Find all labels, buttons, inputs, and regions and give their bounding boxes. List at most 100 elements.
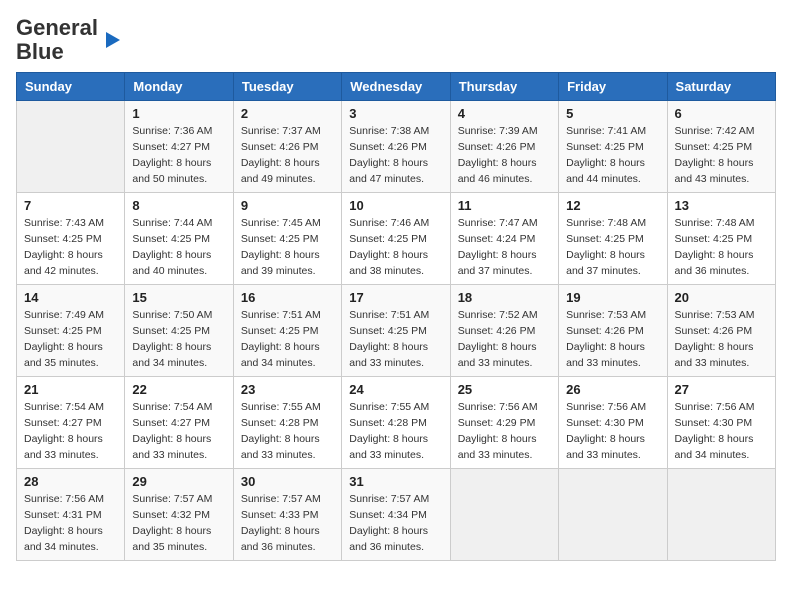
calendar-cell [450, 469, 558, 561]
calendar-cell: 21 Sunrise: 7:54 AM Sunset: 4:27 PM Dayli… [17, 377, 125, 469]
day-number: 7 [24, 198, 117, 213]
day-number: 13 [675, 198, 768, 213]
day-info: Sunrise: 7:55 AM Sunset: 4:28 PM Dayligh… [241, 400, 334, 463]
calendar-cell: 11 Sunrise: 7:47 AM Sunset: 4:24 PM Dayli… [450, 193, 558, 285]
day-header-thursday: Thursday [450, 73, 558, 101]
day-number: 11 [458, 198, 551, 213]
day-header-sunday: Sunday [17, 73, 125, 101]
day-info: Sunrise: 7:41 AM Sunset: 4:25 PM Dayligh… [566, 124, 659, 187]
calendar-cell [17, 101, 125, 193]
calendar-week-row: 1 Sunrise: 7:36 AM Sunset: 4:27 PM Daylig… [17, 101, 776, 193]
day-number: 5 [566, 106, 659, 121]
day-number: 29 [132, 474, 225, 489]
day-info: Sunrise: 7:39 AM Sunset: 4:26 PM Dayligh… [458, 124, 551, 187]
day-number: 1 [132, 106, 225, 121]
calendar-cell: 29 Sunrise: 7:57 AM Sunset: 4:32 PM Dayli… [125, 469, 233, 561]
day-number: 28 [24, 474, 117, 489]
calendar-header: SundayMondayTuesdayWednesdayThursdayFrid… [17, 73, 776, 101]
day-number: 24 [349, 382, 442, 397]
day-info: Sunrise: 7:42 AM Sunset: 4:25 PM Dayligh… [675, 124, 768, 187]
calendar-cell: 16 Sunrise: 7:51 AM Sunset: 4:25 PM Dayli… [233, 285, 341, 377]
day-info: Sunrise: 7:53 AM Sunset: 4:26 PM Dayligh… [566, 308, 659, 371]
day-number: 3 [349, 106, 442, 121]
calendar-cell: 19Sunrise: 7:53 AM Sunset: 4:26 PM Dayli… [559, 285, 667, 377]
calendar-week-row: 21 Sunrise: 7:54 AM Sunset: 4:27 PM Dayli… [17, 377, 776, 469]
day-info: Sunrise: 7:56 AM Sunset: 4:31 PM Dayligh… [24, 492, 117, 555]
calendar-cell: 27 Sunrise: 7:56 AM Sunset: 4:30 PM Dayli… [667, 377, 775, 469]
calendar-table: SundayMondayTuesdayWednesdayThursdayFrid… [16, 72, 776, 561]
day-info: Sunrise: 7:51 AM Sunset: 4:25 PM Dayligh… [241, 308, 334, 371]
day-number: 27 [675, 382, 768, 397]
calendar-cell: 7 Sunrise: 7:43 AM Sunset: 4:25 PM Daylig… [17, 193, 125, 285]
calendar-cell: 4 Sunrise: 7:39 AM Sunset: 4:26 PM Daylig… [450, 101, 558, 193]
calendar-cell [667, 469, 775, 561]
calendar-cell: 13 Sunrise: 7:48 AM Sunset: 4:25 PM Dayli… [667, 193, 775, 285]
calendar-cell: 24Sunrise: 7:55 AM Sunset: 4:28 PM Dayli… [342, 377, 450, 469]
day-number: 30 [241, 474, 334, 489]
calendar-cell: 2Sunrise: 7:37 AM Sunset: 4:26 PM Daylig… [233, 101, 341, 193]
calendar-cell: 10 Sunrise: 7:46 AM Sunset: 4:25 PM Dayli… [342, 193, 450, 285]
day-number: 18 [458, 290, 551, 305]
day-info: Sunrise: 7:57 AM Sunset: 4:34 PM Dayligh… [349, 492, 442, 555]
day-info: Sunrise: 7:48 AM Sunset: 4:25 PM Dayligh… [675, 216, 768, 279]
day-info: Sunrise: 7:43 AM Sunset: 4:25 PM Dayligh… [24, 216, 117, 279]
day-info: Sunrise: 7:47 AM Sunset: 4:24 PM Dayligh… [458, 216, 551, 279]
calendar-cell: 15 Sunrise: 7:50 AM Sunset: 4:25 PM Dayli… [125, 285, 233, 377]
day-number: 20 [675, 290, 768, 305]
calendar-cell: 5 Sunrise: 7:41 AM Sunset: 4:25 PM Daylig… [559, 101, 667, 193]
day-info: Sunrise: 7:49 AM Sunset: 4:25 PM Dayligh… [24, 308, 117, 371]
calendar-week-row: 7 Sunrise: 7:43 AM Sunset: 4:25 PM Daylig… [17, 193, 776, 285]
calendar-cell [559, 469, 667, 561]
calendar-cell: 18 Sunrise: 7:52 AM Sunset: 4:26 PM Dayli… [450, 285, 558, 377]
day-info: Sunrise: 7:56 AM Sunset: 4:29 PM Dayligh… [458, 400, 551, 463]
calendar-cell: 17 Sunrise: 7:51 AM Sunset: 4:25 PM Dayli… [342, 285, 450, 377]
day-number: 8 [132, 198, 225, 213]
day-number: 26 [566, 382, 659, 397]
calendar-cell: 31 Sunrise: 7:57 AM Sunset: 4:34 PM Dayli… [342, 469, 450, 561]
day-number: 16 [241, 290, 334, 305]
day-headers-row: SundayMondayTuesdayWednesdayThursdayFrid… [17, 73, 776, 101]
day-number: 15 [132, 290, 225, 305]
calendar-cell: 9Sunrise: 7:45 AM Sunset: 4:25 PM Daylig… [233, 193, 341, 285]
day-number: 4 [458, 106, 551, 121]
day-info: Sunrise: 7:57 AM Sunset: 4:33 PM Dayligh… [241, 492, 334, 555]
day-number: 23 [241, 382, 334, 397]
logo: General Blue [16, 16, 122, 64]
calendar-cell: 28 Sunrise: 7:56 AM Sunset: 4:31 PM Dayli… [17, 469, 125, 561]
calendar-cell: 3 Sunrise: 7:38 AM Sunset: 4:26 PM Daylig… [342, 101, 450, 193]
calendar-cell: 8 Sunrise: 7:44 AM Sunset: 4:25 PM Daylig… [125, 193, 233, 285]
day-number: 14 [24, 290, 117, 305]
day-info: Sunrise: 7:57 AM Sunset: 4:32 PM Dayligh… [132, 492, 225, 555]
calendar-week-row: 14 Sunrise: 7:49 AM Sunset: 4:25 PM Dayli… [17, 285, 776, 377]
logo-arrow-icon [102, 30, 122, 50]
day-number: 25 [458, 382, 551, 397]
day-info: Sunrise: 7:46 AM Sunset: 4:25 PM Dayligh… [349, 216, 442, 279]
day-number: 2 [241, 106, 334, 121]
day-info: Sunrise: 7:54 AM Sunset: 4:27 PM Dayligh… [24, 400, 117, 463]
day-number: 21 [24, 382, 117, 397]
day-header-friday: Friday [559, 73, 667, 101]
day-number: 10 [349, 198, 442, 213]
day-info: Sunrise: 7:36 AM Sunset: 4:27 PM Dayligh… [132, 124, 225, 187]
day-header-monday: Monday [125, 73, 233, 101]
day-header-tuesday: Tuesday [233, 73, 341, 101]
logo-general: General [16, 15, 98, 40]
day-number: 9 [241, 198, 334, 213]
day-header-saturday: Saturday [667, 73, 775, 101]
day-number: 31 [349, 474, 442, 489]
day-info: Sunrise: 7:38 AM Sunset: 4:26 PM Dayligh… [349, 124, 442, 187]
day-header-wednesday: Wednesday [342, 73, 450, 101]
day-info: Sunrise: 7:51 AM Sunset: 4:25 PM Dayligh… [349, 308, 442, 371]
day-info: Sunrise: 7:44 AM Sunset: 4:25 PM Dayligh… [132, 216, 225, 279]
calendar-cell: 25 Sunrise: 7:56 AM Sunset: 4:29 PM Dayli… [450, 377, 558, 469]
day-info: Sunrise: 7:56 AM Sunset: 4:30 PM Dayligh… [566, 400, 659, 463]
day-info: Sunrise: 7:50 AM Sunset: 4:25 PM Dayligh… [132, 308, 225, 371]
day-number: 22 [132, 382, 225, 397]
day-number: 17 [349, 290, 442, 305]
day-info: Sunrise: 7:52 AM Sunset: 4:26 PM Dayligh… [458, 308, 551, 371]
calendar-cell: 6Sunrise: 7:42 AM Sunset: 4:25 PM Daylig… [667, 101, 775, 193]
calendar-cell: 20Sunrise: 7:53 AM Sunset: 4:26 PM Dayli… [667, 285, 775, 377]
day-info: Sunrise: 7:54 AM Sunset: 4:27 PM Dayligh… [132, 400, 225, 463]
calendar-cell: 14 Sunrise: 7:49 AM Sunset: 4:25 PM Dayli… [17, 285, 125, 377]
day-info: Sunrise: 7:56 AM Sunset: 4:30 PM Dayligh… [675, 400, 768, 463]
